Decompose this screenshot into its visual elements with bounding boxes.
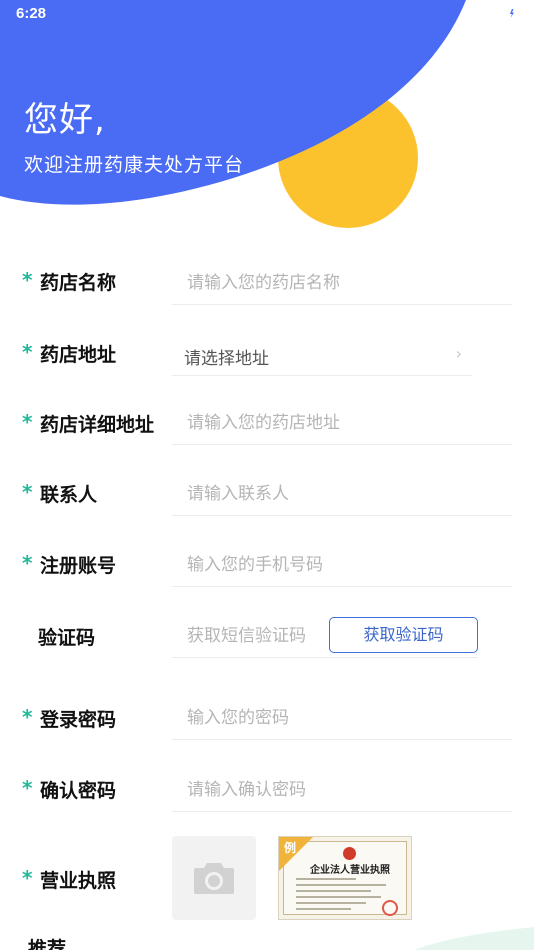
detail-address-label: 药店详细地址 <box>40 414 155 436</box>
chevron-right-icon: › <box>455 344 462 363</box>
account-label: 注册账号 <box>40 555 117 577</box>
required-star: * <box>22 551 33 575</box>
verify-code-label: 验证码 <box>38 627 96 649</box>
license-text-line <box>296 896 381 898</box>
license-sample-image: 企业法人营业执照 例 <box>278 836 412 920</box>
password-label: 登录密码 <box>40 709 117 731</box>
required-star: * <box>22 776 33 800</box>
contact-label: 联系人 <box>40 484 98 506</box>
confirm-password-label: 确认密码 <box>40 780 117 802</box>
confirm-password-input[interactable] <box>172 768 512 812</box>
detail-address-input[interactable] <box>172 401 512 445</box>
welcome-subtitle: 欢迎注册药康夫处方平台 <box>24 154 245 176</box>
wifi-icon <box>481 6 497 19</box>
contact-input[interactable] <box>172 472 512 516</box>
required-star: * <box>22 705 33 729</box>
required-star: * <box>22 268 33 292</box>
required-star: * <box>22 410 33 434</box>
status-time: 6:28 <box>16 5 47 22</box>
footer-wave-decoration <box>414 927 534 950</box>
license-text-line <box>296 884 386 886</box>
address-select[interactable]: 请选择地址 › <box>172 332 472 376</box>
required-star: * <box>22 340 33 364</box>
next-field-label-partial: 推荐 <box>28 938 67 950</box>
seal-icon <box>382 900 398 916</box>
camera-icon <box>194 863 234 894</box>
pharmacy-name-input[interactable] <box>172 261 512 305</box>
license-text-line <box>296 908 351 910</box>
status-bar: 6:28 <box>0 0 534 28</box>
required-star: * <box>22 866 33 890</box>
sample-mark: 例 <box>284 841 297 855</box>
address-select-value: 请选择地址 <box>184 349 269 369</box>
pharmacy-name-label: 药店名称 <box>40 272 117 294</box>
account-phone-input[interactable] <box>172 543 512 587</box>
license-upload-button[interactable] <box>172 836 256 920</box>
greeting-title: 您好, <box>24 100 106 140</box>
license-text-line <box>296 878 356 880</box>
required-star: * <box>22 480 33 504</box>
business-license-label: 营业执照 <box>40 870 117 892</box>
get-code-button[interactable]: 获取验证码 <box>329 617 478 653</box>
license-text-line <box>296 890 371 892</box>
license-text-line <box>296 902 366 904</box>
pharmacy-address-label: 药店地址 <box>40 344 117 366</box>
password-input[interactable] <box>172 696 512 740</box>
status-icons <box>481 4 516 21</box>
national-emblem-icon <box>343 847 356 860</box>
